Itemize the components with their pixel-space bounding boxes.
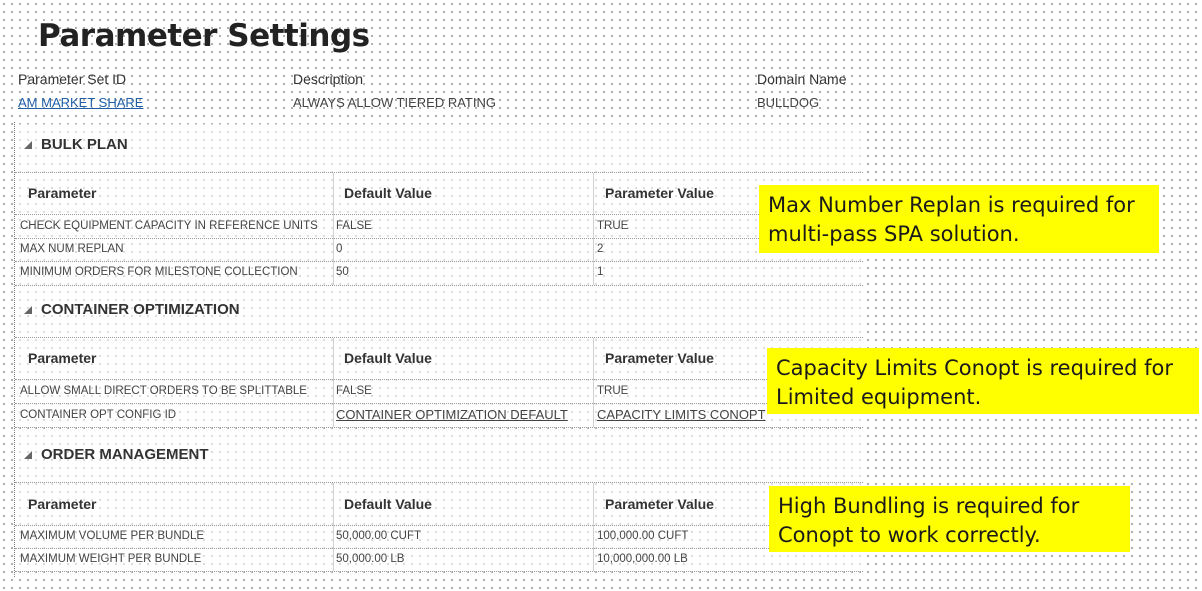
divider: [15, 525, 863, 526]
section-title: CONTAINER OPTIMIZATION: [41, 301, 240, 318]
column-header-parameter-value[interactable]: Parameter Value: [605, 496, 714, 512]
section-header-container-optimization[interactable]: CONTAINER OPTIMIZATION: [24, 301, 240, 318]
domain-name-label: Domain Name: [757, 71, 847, 87]
bulk-plan-panel: [15, 124, 863, 287]
row-default: FALSE: [336, 385, 372, 397]
row-default: 50,000.00 CUFT: [336, 530, 422, 542]
row-parameter: CHECK EQUIPMENT CAPACITY IN REFERENCE UN…: [20, 220, 318, 232]
collapse-triangle-icon[interactable]: [24, 305, 32, 314]
row-value: TRUE: [597, 220, 629, 232]
column-header-default-value[interactable]: Default Value: [344, 496, 432, 512]
column-header-default-value[interactable]: Default Value: [344, 185, 432, 201]
note-line: Max Number Replan is required for: [768, 193, 1135, 217]
row-default: FALSE: [336, 220, 372, 232]
column-header-parameter[interactable]: Parameter: [28, 185, 97, 201]
row-parameter: ALLOW SMALL DIRECT ORDERS TO BE SPLITTAB…: [20, 385, 307, 397]
row-value: 10,000,000.00 LB: [597, 553, 688, 565]
row-default: 50,000.00 LB: [336, 553, 405, 565]
container-optimization-default-link[interactable]: CONTAINER OPTIMIZATION DEFAULT: [336, 407, 568, 422]
divider: [15, 172, 863, 173]
note-line: multi-pass SPA solution.: [768, 222, 1020, 246]
column-divider: [593, 483, 594, 571]
column-divider: [333, 338, 334, 427]
note-capacity-limits-conopt: Capacity Limits Conopt is required for L…: [767, 348, 1199, 414]
column-header-parameter[interactable]: Parameter: [28, 496, 97, 512]
row-divider: [15, 427, 863, 428]
row-divider: [15, 285, 863, 286]
column-header-parameter-value[interactable]: Parameter Value: [605, 350, 714, 366]
note-line: High Bundling is required for: [778, 494, 1080, 518]
note-line: Conopt to work correctly.: [778, 523, 1041, 547]
row-default: 0: [336, 243, 343, 255]
description-value: ALWAYS ALLOW TIERED RATING: [293, 95, 496, 110]
row-divider: [15, 548, 863, 549]
note-max-number-replan: Max Number Replan is required for multi-…: [759, 185, 1159, 253]
divider: [15, 482, 863, 483]
column-divider: [333, 173, 334, 285]
collapse-triangle-icon[interactable]: [24, 140, 32, 149]
column-header-parameter[interactable]: Parameter: [28, 350, 97, 366]
note-line: Capacity Limits Conopt is required for: [776, 356, 1174, 380]
column-header-parameter-value[interactable]: Parameter Value: [605, 185, 714, 201]
row-divider: [15, 571, 863, 572]
row-divider: [15, 403, 863, 404]
section-header-order-management[interactable]: ORDER MANAGEMENT: [24, 446, 209, 463]
divider: [15, 337, 863, 338]
row-value: 1: [597, 266, 604, 278]
row-default: 50: [336, 266, 349, 278]
row-parameter: MAXIMUM WEIGHT PER BUNDLE: [20, 553, 202, 565]
row-parameter: CONTAINER OPT CONFIG ID: [20, 409, 177, 421]
capacity-limits-conopt-link[interactable]: CAPACITY LIMITS CONOPT: [597, 407, 766, 422]
domain-name-value: BULLDOG: [757, 95, 820, 110]
section-header-bulk-plan[interactable]: BULK PLAN: [24, 136, 128, 153]
column-divider: [593, 338, 594, 427]
column-header-default-value[interactable]: Default Value: [344, 350, 432, 366]
note-high-bundling: High Bundling is required for Conopt to …: [769, 486, 1130, 552]
page-title: Parameter Settings: [38, 18, 370, 54]
row-divider: [15, 261, 863, 262]
parameter-set-id-label: Parameter Set ID: [18, 71, 127, 87]
column-divider: [593, 173, 594, 285]
row-parameter: MINIMUM ORDERS FOR MILESTONE COLLECTION: [20, 266, 298, 278]
row-value: TRUE: [597, 385, 629, 397]
parameter-set-id-link[interactable]: AM MARKET SHARE: [18, 95, 143, 110]
row-parameter: MAX NUM REPLAN: [20, 243, 124, 255]
divider: [15, 214, 863, 215]
note-line: Limited equipment.: [776, 385, 982, 409]
divider: [15, 379, 863, 380]
section-title: BULK PLAN: [41, 136, 128, 153]
row-value: 100,000.00 CUFT: [597, 530, 689, 542]
section-title: ORDER MANAGEMENT: [41, 446, 209, 463]
collapse-triangle-icon[interactable]: [24, 450, 32, 459]
description-label: Description: [293, 71, 364, 87]
row-value: 2: [597, 243, 604, 255]
row-parameter: MAXIMUM VOLUME PER BUNDLE: [20, 530, 205, 542]
row-divider: [15, 238, 863, 239]
column-divider: [333, 483, 334, 571]
